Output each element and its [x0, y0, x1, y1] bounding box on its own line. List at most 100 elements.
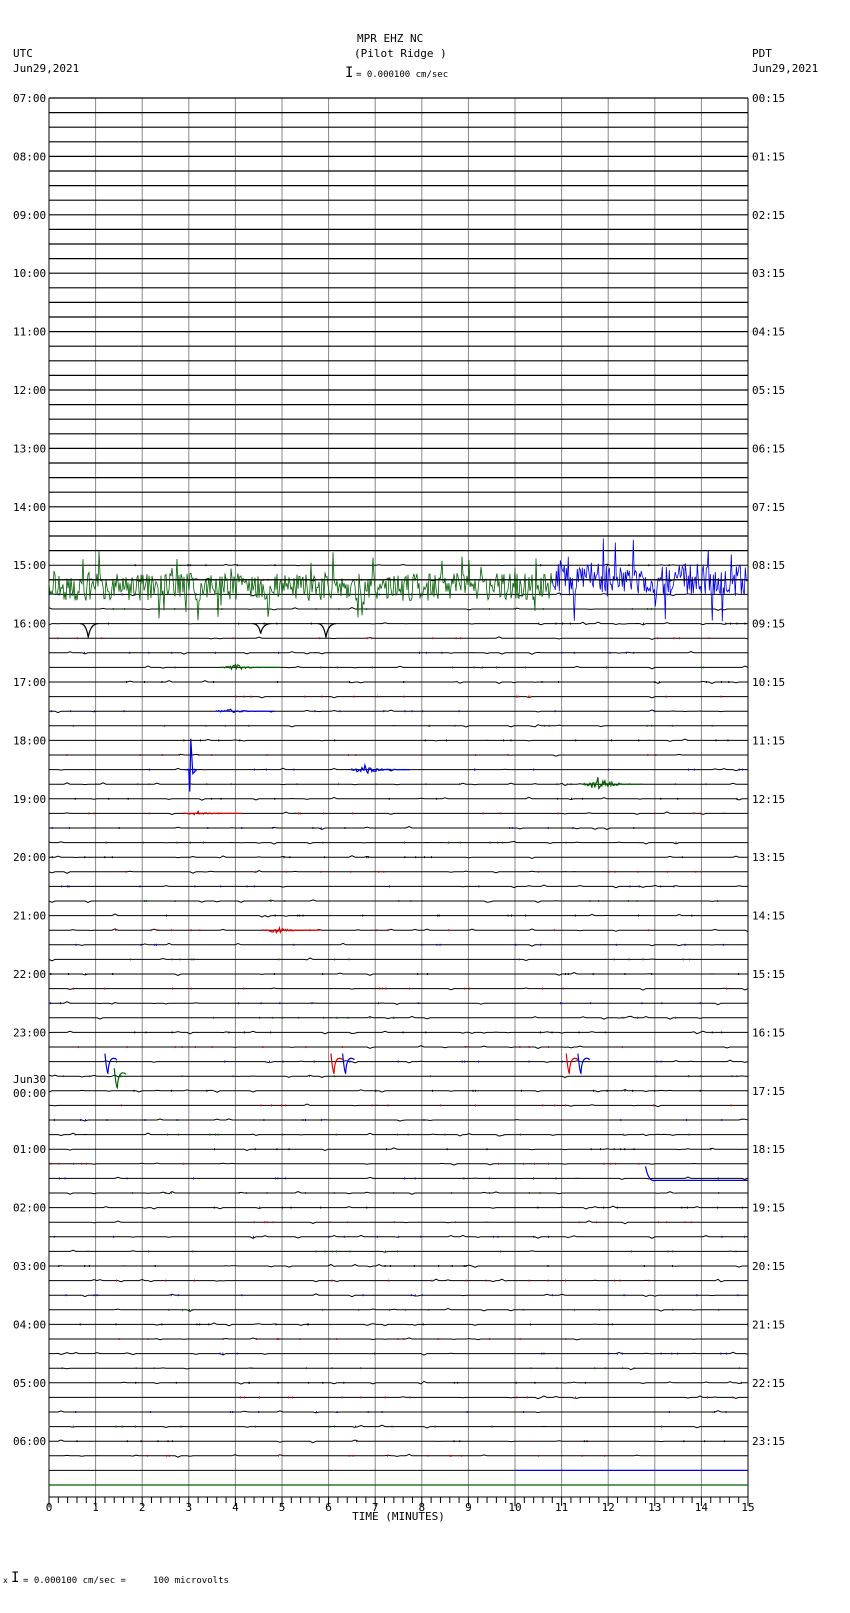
seismic-event-trace	[583, 777, 643, 791]
trace-line	[49, 1263, 748, 1268]
right-hour-label: 03:15	[752, 267, 785, 280]
right-hour-label: 10:15	[752, 676, 785, 689]
trace-line	[49, 1380, 748, 1385]
trace-line	[49, 782, 748, 786]
seismic-event-trace	[220, 663, 280, 671]
trace-line	[49, 738, 748, 742]
trace-line	[49, 753, 748, 757]
seismic-event-trace	[330, 1053, 344, 1075]
right-hour-label: 23:15	[752, 1435, 785, 1448]
x-tick-label: 3	[185, 1501, 192, 1514]
trace-line	[49, 636, 749, 641]
noise-burst-trace	[48, 551, 553, 621]
trace-line	[49, 709, 748, 714]
x-tick-label: 12	[602, 1501, 615, 1514]
trace-line	[49, 1351, 749, 1356]
left-hour-label: 08:00	[13, 150, 46, 163]
trace-line	[49, 563, 748, 567]
scale-bar-icon: I	[345, 65, 354, 81]
left-hour-label: 17:00	[13, 676, 46, 689]
trace-line	[49, 1293, 748, 1298]
right-hour-label: 02:15	[752, 209, 785, 222]
x-tick-label: 13	[648, 1501, 661, 1514]
left-hour-label: 23:00	[13, 1026, 46, 1039]
trace-line	[49, 651, 748, 655]
left-hour-label: 14:00	[13, 501, 46, 514]
trace-line	[49, 1015, 748, 1020]
right-hour-label: 14:15	[752, 910, 785, 923]
left-timezone: UTC	[13, 47, 33, 60]
trace-line	[49, 1395, 748, 1400]
trace-line	[49, 1045, 748, 1050]
right-hour-label: 18:15	[752, 1143, 785, 1156]
left-hour-label: 05:00	[13, 1377, 46, 1390]
trace-line	[49, 1439, 748, 1444]
trace-line	[48, 1030, 748, 1035]
footer-scale-label: = 0.000100 cm/sec = 100 microvolts	[23, 1576, 229, 1586]
trace-line	[49, 855, 748, 860]
trace-line	[49, 1249, 748, 1253]
left-hour-label: 01:00	[13, 1143, 46, 1156]
trace-line	[49, 1001, 748, 1006]
footer-prefix: x	[3, 1576, 8, 1585]
left-hour-label: 03:00	[13, 1260, 46, 1273]
trace-line	[48, 1089, 748, 1093]
trace-line	[48, 606, 748, 611]
trace-line	[49, 1118, 749, 1122]
trace-line	[49, 665, 749, 670]
right-hour-label: 00:15	[752, 92, 785, 105]
trace-line	[49, 696, 748, 699]
trace-line	[49, 826, 748, 831]
right-hour-label: 05:15	[752, 384, 785, 397]
x-tick-label: 0	[46, 1501, 53, 1514]
right-hour-label: 17:15	[752, 1085, 785, 1098]
trace-line	[49, 1307, 748, 1312]
seismogram-plot: 07:00 08:00 09:00 10:00 11:00 12:00 13:00 14:00…	[13, 92, 785, 1523]
trace-line	[49, 884, 748, 889]
right-hour-label: 09:15	[752, 618, 785, 631]
station-location: (Pilot Ridge )	[354, 47, 447, 60]
right-hour-label: 16:15	[752, 1026, 785, 1039]
x-tick-label: 14	[695, 1501, 709, 1514]
right-timezone: PDT	[752, 47, 772, 60]
x-tick-label: 15	[741, 1501, 754, 1514]
left-hour-label: 13:00	[13, 442, 46, 455]
seismic-event-trace	[104, 1053, 118, 1075]
seismic-event-trace	[577, 1053, 591, 1075]
left-hour-label: 04:00	[13, 1318, 46, 1331]
right-hour-label: 11:15	[752, 734, 785, 747]
left-hour-label: 11:00	[13, 326, 46, 339]
seismic-event-trace	[113, 1068, 127, 1089]
left-hour-label: 15:00	[13, 559, 46, 572]
trace-line	[49, 942, 748, 947]
trace-line	[49, 1191, 748, 1195]
left-hour-label: 12:00	[13, 384, 46, 397]
right-hour-label: 21:15	[752, 1318, 785, 1331]
right-hour-label: 04:15	[752, 326, 785, 339]
station-title: MPR EHZ NC	[357, 32, 424, 45]
trace-line	[48, 870, 748, 874]
right-hour-label: 22:15	[752, 1377, 785, 1390]
right-hour-label: 06:15	[752, 442, 785, 455]
left-hour-label: 02:00	[13, 1202, 46, 1215]
trace-line	[49, 1103, 748, 1108]
seismic-event-trace	[565, 1053, 579, 1075]
x-axis-label: TIME (MINUTES)	[352, 1510, 445, 1523]
left-hour-label: 00:00	[13, 1087, 46, 1100]
left-hour-label: 07:00	[13, 92, 46, 105]
trace-line	[49, 811, 748, 816]
x-tick-label: 11	[555, 1501, 568, 1514]
seismic-event-trace	[341, 1053, 355, 1075]
right-hour-label: 07:15	[752, 501, 785, 514]
seismic-event-trace	[317, 623, 336, 638]
trace-line	[49, 1424, 748, 1429]
helicorder: MPR EHZ NC (Pilot Ridge ) UTC Jun29,2021…	[0, 0, 850, 1613]
x-tick-label: 5	[279, 1501, 286, 1514]
trace-line	[49, 1176, 749, 1180]
trace-line	[49, 928, 749, 933]
trace-line	[49, 972, 748, 976]
left-date: Jun29,2021	[13, 62, 80, 75]
footer-scale-bar-icon: I	[11, 1570, 20, 1586]
left-hour-label: 21:00	[13, 910, 46, 923]
left-hour-label: 18:00	[13, 734, 46, 747]
